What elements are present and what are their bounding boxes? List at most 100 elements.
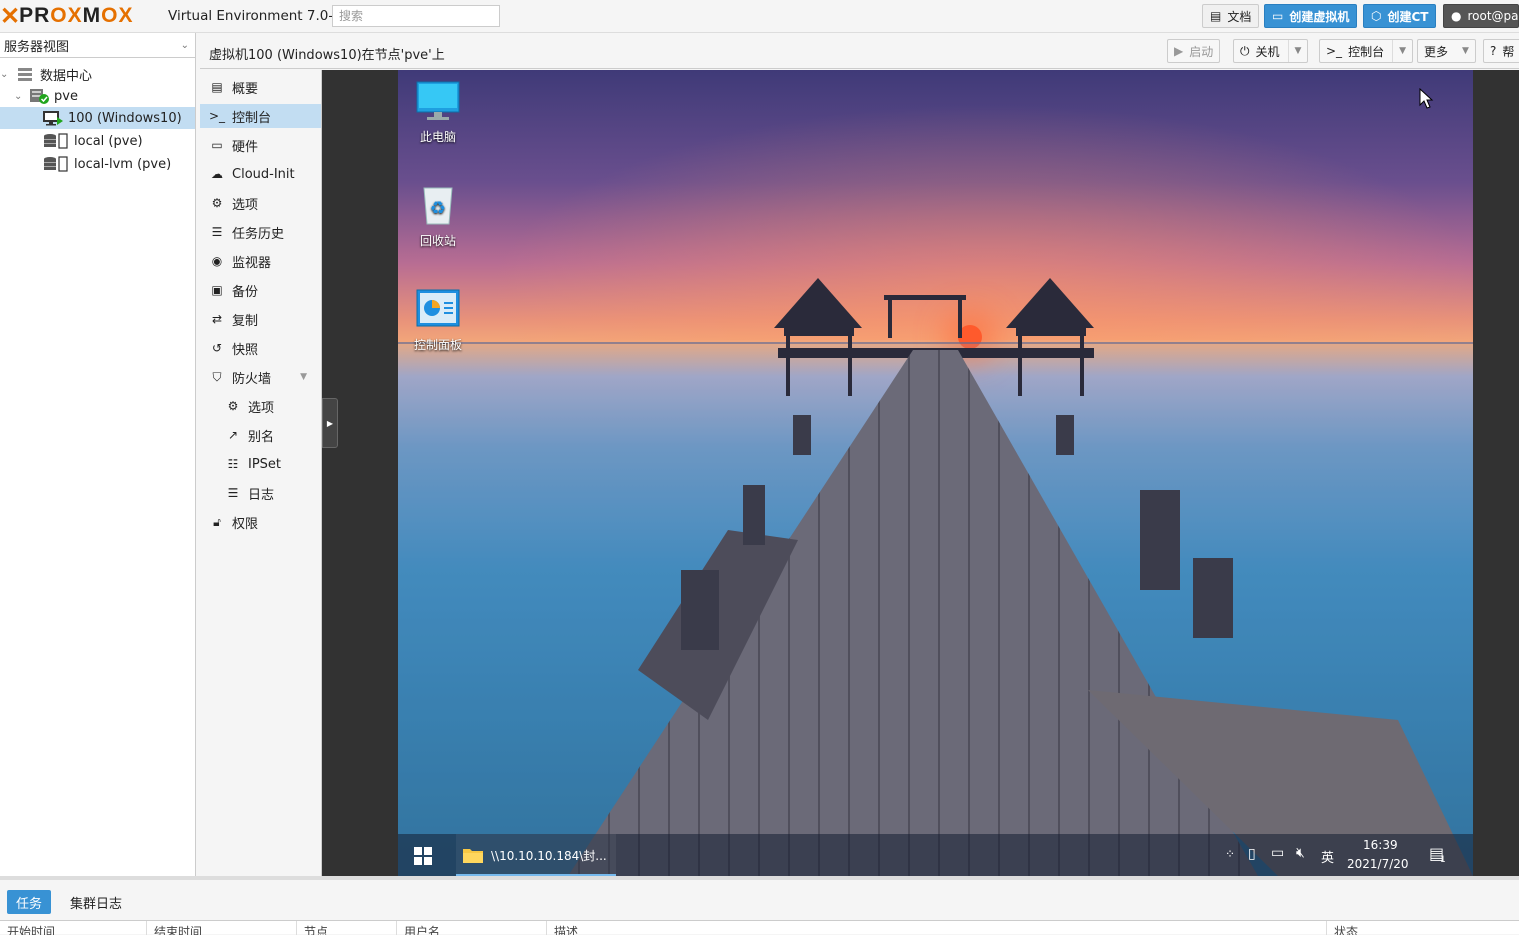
chevron-down-icon[interactable]: ▼	[1392, 40, 1406, 62]
menu-item-monitor[interactable]: ◉ 监视器	[200, 249, 321, 273]
monitor-icon	[415, 80, 461, 122]
desktop-icon-this-pc[interactable]: 此电脑	[398, 80, 478, 145]
proxmox-logo[interactable]: ✕ PROXMOX	[0, 3, 134, 30]
version-text: Virtual Environment 7.0-8	[168, 8, 342, 24]
power-icon: ⏻	[1240, 43, 1250, 58]
column-description[interactable]: 描述	[547, 921, 1327, 935]
tree-node-datacenter[interactable]: ⌄ 数据中心	[0, 63, 195, 85]
vm-title-bar: 虚拟机100 (Windows10)在节点'pve'上 ▶ 启动 ⏻ 关机 ▼ …	[200, 33, 1519, 69]
chevron-down-icon: ▼	[1462, 46, 1469, 56]
page-title: 虚拟机100 (Windows10)在节点'pve'上	[209, 48, 445, 63]
datacenter-icon	[14, 67, 36, 81]
column-user[interactable]: 用户名	[397, 921, 547, 935]
tab-cluster-log[interactable]: 集群日志	[61, 890, 131, 914]
desktop-icon-control-panel[interactable]: 控制面板	[398, 288, 478, 353]
menu-item-permissions[interactable]: 🔓︎ 权限	[200, 510, 321, 534]
start-button[interactable]: ▶ 启动	[1167, 39, 1221, 63]
gear-icon: ⚙	[227, 399, 239, 413]
bottom-log-panel: 任务 集群日志 开始时间 结束时间 节点 用户名 描述 状态	[0, 876, 1519, 935]
control-panel-icon	[415, 288, 461, 330]
top-header: ✕ PROXMOX Virtual Environment 7.0-8 ▤ 文档…	[0, 0, 1519, 33]
history-icon: ↺	[211, 341, 223, 355]
search-input[interactable]	[332, 5, 500, 27]
terminal-icon: >_	[209, 109, 226, 123]
user-menu-button[interactable]: ● root@pam	[1443, 4, 1519, 28]
chevron-down-icon: ⌄	[180, 39, 189, 51]
list-icon: ☰	[227, 486, 239, 500]
collapse-icon[interactable]: ⌄	[0, 69, 14, 80]
menu-item-options[interactable]: ⚙ 选项	[200, 191, 321, 215]
tree-node-storage-local[interactable]: local (pve)	[42, 130, 195, 152]
menu-item-firewall[interactable]: ⛉ 防火墙 ▼	[200, 365, 321, 389]
question-icon: ?	[1490, 44, 1497, 58]
windows-taskbar: \\10.10.10.184\封... ⁘ ▯ ▭ 🔇︎ 英 16:39 202…	[398, 834, 1473, 876]
volume-muted-icon[interactable]: 🔇︎	[1296, 845, 1305, 861]
chevron-down-icon[interactable]: ▼	[300, 372, 307, 382]
create-ct-button[interactable]: ⬡ 创建CT	[1363, 4, 1437, 28]
menu-item-snapshots[interactable]: ↺ 快照	[200, 336, 321, 360]
storage-icon	[42, 133, 70, 149]
vm-running-icon	[42, 110, 64, 126]
windows-desktop[interactable]: 此电脑 ♻ 回收站 控制面板	[398, 70, 1473, 876]
play-icon: ▶	[1174, 44, 1184, 58]
recycle-bin-icon: ♻	[415, 184, 461, 226]
storage-icon	[42, 156, 70, 172]
docs-button[interactable]: ▤ 文档	[1202, 4, 1260, 28]
more-button[interactable]: 更多 ▼	[1417, 39, 1476, 63]
menu-item-hardware[interactable]: ▭ 硬件	[200, 133, 321, 157]
column-start-time[interactable]: 开始时间	[0, 921, 147, 935]
unlock-icon: 🔓︎	[213, 514, 221, 529]
menu-item-cloud-init[interactable]: ☁ Cloud-Init	[200, 162, 321, 186]
gear-icon: ⚙	[211, 196, 223, 210]
vm-nav-menu: ▤ 概要 >_ 控制台 ▭ 硬件 ☁ Cloud-Init ⚙ 选项 ☰ 任务历史 ◉ 监视器…	[200, 70, 322, 876]
menu-item-firewall-ipset[interactable]: ☷ IPSet	[200, 452, 321, 476]
create-vm-button[interactable]: ▭ 创建虚拟机	[1264, 4, 1358, 28]
terminal-icon: >_	[1326, 44, 1343, 58]
column-status[interactable]: 状态	[1327, 921, 1519, 935]
view-selector[interactable]: 服务器视图 ⌄	[0, 33, 195, 58]
taskbar-window-explorer[interactable]: \\10.10.10.184\封...	[456, 834, 616, 876]
tree-node-storage-local-lvm[interactable]: local-lvm (pve)	[42, 153, 195, 175]
column-node[interactable]: 节点	[297, 921, 397, 935]
chevron-down-icon[interactable]: ▼	[1287, 40, 1301, 62]
column-end-time[interactable]: 结束时间	[147, 921, 297, 935]
clock-date[interactable]: 2021/7/20	[1347, 857, 1409, 871]
menu-item-replication[interactable]: ⇄ 复制	[200, 307, 321, 331]
menu-item-backup[interactable]: ▣ 备份	[200, 278, 321, 302]
floppy-icon: ▣	[211, 283, 223, 297]
menu-item-task-history[interactable]: ☰ 任务历史	[200, 220, 321, 244]
collapse-icon[interactable]: ⌄	[14, 91, 28, 102]
folder-icon	[463, 849, 483, 863]
cube-icon: ⬡	[1371, 9, 1382, 23]
help-button[interactable]: ? 帮	[1483, 39, 1519, 63]
tab-tasks[interactable]: 任务	[7, 890, 52, 914]
ime-indicator[interactable]: 英	[1321, 847, 1334, 866]
menu-item-firewall-log[interactable]: ☰ 日志	[200, 481, 321, 505]
list-ol-icon: ☷	[227, 457, 239, 471]
collapse-menu-handle[interactable]: ▶	[322, 398, 338, 448]
desktop-icon: ▭	[1272, 9, 1284, 23]
node-online-icon	[28, 88, 50, 104]
desktop-icon: ▭	[211, 138, 223, 152]
network-icon[interactable]: ▭	[1271, 845, 1284, 861]
svg-text:♻: ♻	[430, 198, 446, 219]
windows-start-icon[interactable]	[414, 847, 432, 869]
user-icon: ●	[1451, 9, 1462, 23]
tree-node-vm-100[interactable]: 100 (Windows10)	[0, 107, 195, 129]
menu-item-firewall-alias[interactable]: ↗ 别名	[200, 423, 321, 447]
tray-overflow-icon[interactable]: ⁘	[1225, 847, 1235, 861]
clock-time[interactable]: 16:39	[1363, 838, 1398, 852]
tree-node-pve[interactable]: ⌄ pve	[14, 85, 195, 107]
desktop-icon-recycle-bin[interactable]: ♻ 回收站	[398, 184, 478, 249]
retweet-icon: ⇄	[211, 312, 223, 326]
console-button[interactable]: >_ 控制台 ▼	[1319, 39, 1413, 63]
shutdown-button[interactable]: ⏻ 关机 ▼	[1233, 39, 1309, 63]
list-alt-icon: ☰	[211, 225, 223, 239]
logo-text: PROXMOX	[19, 4, 134, 27]
menu-item-summary[interactable]: ▤ 概要	[200, 75, 321, 99]
usb-icon[interactable]: ▯	[1248, 846, 1256, 862]
menu-item-console[interactable]: >_ 控制台	[200, 104, 321, 128]
eye-icon: ◉	[211, 254, 223, 268]
menu-item-firewall-options[interactable]: ⚙ 选项	[200, 394, 321, 418]
book-icon: ▤	[1210, 9, 1222, 23]
